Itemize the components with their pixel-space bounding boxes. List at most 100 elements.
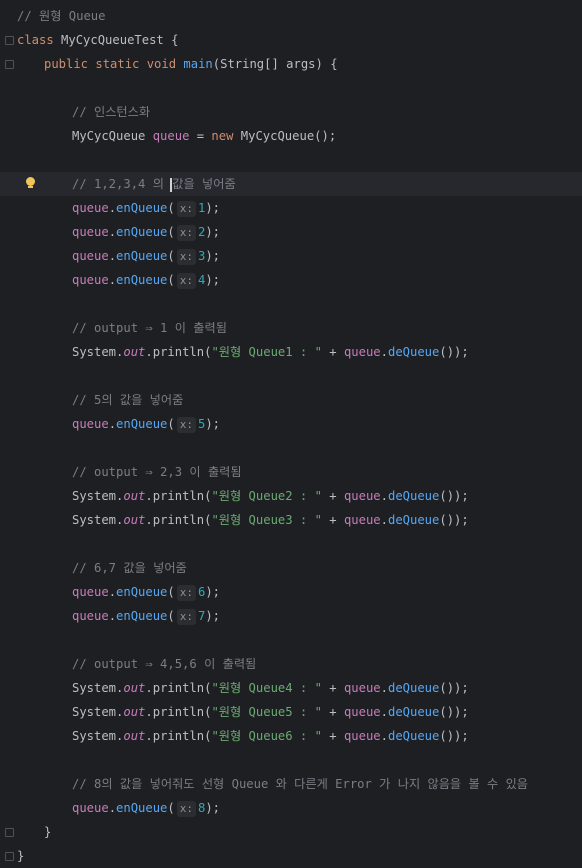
code-line-text[interactable]: System.out.println("원형 Queue1 : " + queu… xyxy=(72,340,469,364)
code-token: queue xyxy=(152,129,190,143)
code-line[interactable]: System.out.println("원형 Queue6 : " + queu… xyxy=(0,724,582,748)
code-line[interactable]: } xyxy=(0,844,582,868)
code-line-text[interactable]: } xyxy=(44,820,51,844)
code-line[interactable]: // 5의 값을 넣어줌 xyxy=(0,388,582,412)
code-token: // output ⇒ 4,5,6 이 출력됨 xyxy=(72,657,257,671)
code-token: ( xyxy=(167,201,175,215)
code-line[interactable]: public static void main(String[] args) { xyxy=(0,52,582,76)
code-line[interactable]: queue.enQueue(x: 7); xyxy=(0,604,582,628)
code-line-text[interactable]: queue.enQueue(x: 8); xyxy=(72,796,220,820)
code-line-text[interactable]: // output ⇒ 4,5,6 이 출력됨 xyxy=(72,652,256,676)
code-token: ( xyxy=(167,609,175,623)
code-line[interactable]: System.out.println("원형 Queue3 : " + queu… xyxy=(0,508,582,532)
code-line[interactable]: // 8의 값을 넣어줘도 선형 Queue 와 다른게 Error 가 나지 … xyxy=(0,772,582,796)
fold-marker-icon[interactable] xyxy=(5,36,14,45)
code-line[interactable]: System.out.println("원형 Queue2 : " + queu… xyxy=(0,484,582,508)
code-token: // 1,2,3,4 의 xyxy=(72,177,172,191)
code-token: queue xyxy=(72,249,109,263)
code-line[interactable] xyxy=(0,436,582,460)
code-line[interactable]: queue.enQueue(x: 2); xyxy=(0,220,582,244)
code-line-text[interactable]: // output ⇒ 1 이 출력됨 xyxy=(72,316,227,340)
code-token: . xyxy=(145,489,153,503)
code-line[interactable]: System.out.println("원형 Queue4 : " + queu… xyxy=(0,676,582,700)
code-line-text[interactable]: queue.enQueue(x: 2); xyxy=(72,220,220,244)
code-token: // output ⇒ 2,3 이 출력됨 xyxy=(72,465,242,479)
code-line[interactable] xyxy=(0,364,582,388)
code-token: class xyxy=(17,33,62,47)
code-line-text[interactable]: System.out.println("원형 Queue4 : " + queu… xyxy=(72,676,469,700)
code-line-text[interactable]: System.out.println("원형 Queue5 : " + queu… xyxy=(72,700,469,724)
code-line-text[interactable]: public static void main(String[] args) { xyxy=(44,52,338,76)
code-line[interactable] xyxy=(0,748,582,772)
parameter-hint: x: xyxy=(176,225,196,241)
code-token: . xyxy=(108,201,117,215)
code-token: // 8의 값을 넣어줘도 선형 Queue 와 다른게 Error 가 나지 … xyxy=(72,777,528,791)
code-line[interactable]: MyCycQueue queue = new MyCycQueue(); xyxy=(0,124,582,148)
fold-marker-icon[interactable] xyxy=(5,60,14,69)
code-line-text[interactable]: queue.enQueue(x: 7); xyxy=(72,604,220,628)
code-line[interactable]: queue.enQueue(x: 8); xyxy=(0,796,582,820)
code-token: + xyxy=(321,345,344,359)
code-token: { xyxy=(171,33,179,47)
code-token: . xyxy=(108,585,117,599)
code-line[interactable]: System.out.println("원형 Queue5 : " + queu… xyxy=(0,700,582,724)
code-line-text[interactable]: // 원형 Queue xyxy=(17,4,105,28)
fold-marker-icon[interactable] xyxy=(5,852,14,861)
lightbulb-icon[interactable] xyxy=(26,177,35,186)
code-token: ()); xyxy=(439,705,469,719)
code-line-text[interactable]: // 1,2,3,4 의 값을 넣어줌 xyxy=(72,172,236,196)
code-line[interactable] xyxy=(0,532,582,556)
code-line[interactable]: queue.enQueue(x: 3); xyxy=(0,244,582,268)
code-token: deQueue xyxy=(387,489,440,503)
code-token: out xyxy=(123,681,146,695)
code-token: System xyxy=(72,345,117,359)
code-token: public static void xyxy=(44,57,184,71)
code-line-text[interactable]: } xyxy=(17,844,24,868)
code-token: . xyxy=(380,489,388,503)
code-line-text[interactable]: System.out.println("원형 Queue3 : " + queu… xyxy=(72,508,469,532)
code-line-text[interactable]: queue.enQueue(x: 1); xyxy=(72,196,220,220)
code-line[interactable]: // output ⇒ 2,3 이 출력됨 xyxy=(0,460,582,484)
fold-marker-icon[interactable] xyxy=(5,828,14,837)
code-token: queue xyxy=(72,801,109,815)
code-line[interactable]: queue.enQueue(x: 5); xyxy=(0,412,582,436)
code-line[interactable]: System.out.println("원형 Queue1 : " + queu… xyxy=(0,340,582,364)
code-token: ( xyxy=(167,585,175,599)
code-editor[interactable]: // 원형 Queue class MyCycQueueTest {public … xyxy=(0,0,582,866)
code-line-text[interactable]: // 6,7 값을 넣어줌 xyxy=(72,556,187,580)
code-line-text[interactable]: MyCycQueue queue = new MyCycQueue(); xyxy=(72,124,336,148)
code-line-text[interactable]: queue.enQueue(x: 6); xyxy=(72,580,220,604)
code-line-text[interactable]: // 8의 값을 넣어줘도 선형 Queue 와 다른게 Error 가 나지 … xyxy=(72,772,528,796)
code-line[interactable]: // output ⇒ 1 이 출력됨 xyxy=(0,316,582,340)
code-token: ); xyxy=(205,201,221,215)
code-line[interactable]: class MyCycQueueTest { xyxy=(0,28,582,52)
code-line-text[interactable]: queue.enQueue(x: 4); xyxy=(72,268,220,292)
code-token: + xyxy=(321,729,344,743)
code-line-text[interactable]: System.out.println("원형 Queue6 : " + queu… xyxy=(72,724,469,748)
code-token: MyCycQueue xyxy=(240,129,315,143)
code-line[interactable] xyxy=(0,628,582,652)
code-token: String xyxy=(220,57,265,71)
code-line-text[interactable]: System.out.println("원형 Queue2 : " + queu… xyxy=(72,484,469,508)
code-token: enQueue xyxy=(116,273,168,287)
code-line[interactable] xyxy=(0,292,582,316)
code-line[interactable] xyxy=(0,76,582,100)
code-line[interactable]: queue.enQueue(x: 4); xyxy=(0,268,582,292)
code-line[interactable]: queue.enQueue(x: 1); xyxy=(0,196,582,220)
code-line[interactable]: // 1,2,3,4 의 값을 넣어줌 xyxy=(0,172,582,196)
code-line-text[interactable]: class MyCycQueueTest { xyxy=(17,28,178,52)
code-line[interactable]: // 원형 Queue xyxy=(0,4,582,28)
code-line[interactable] xyxy=(0,148,582,172)
code-line-text[interactable]: // 인스턴스화 xyxy=(72,100,150,124)
code-line[interactable]: // output ⇒ 4,5,6 이 출력됨 xyxy=(0,652,582,676)
code-line-text[interactable]: // output ⇒ 2,3 이 출력됨 xyxy=(72,460,242,484)
code-token: enQueue xyxy=(116,417,168,431)
code-line-text[interactable]: // 5의 값을 넣어줌 xyxy=(72,388,183,412)
code-line-text[interactable]: queue.enQueue(x: 5); xyxy=(72,412,220,436)
code-token: new xyxy=(211,129,241,143)
code-line[interactable]: // 인스턴스화 xyxy=(0,100,582,124)
code-line[interactable]: queue.enQueue(x: 6); xyxy=(0,580,582,604)
code-line-text[interactable]: queue.enQueue(x: 3); xyxy=(72,244,220,268)
code-line[interactable]: } xyxy=(0,820,582,844)
code-line[interactable]: // 6,7 값을 넣어줌 xyxy=(0,556,582,580)
